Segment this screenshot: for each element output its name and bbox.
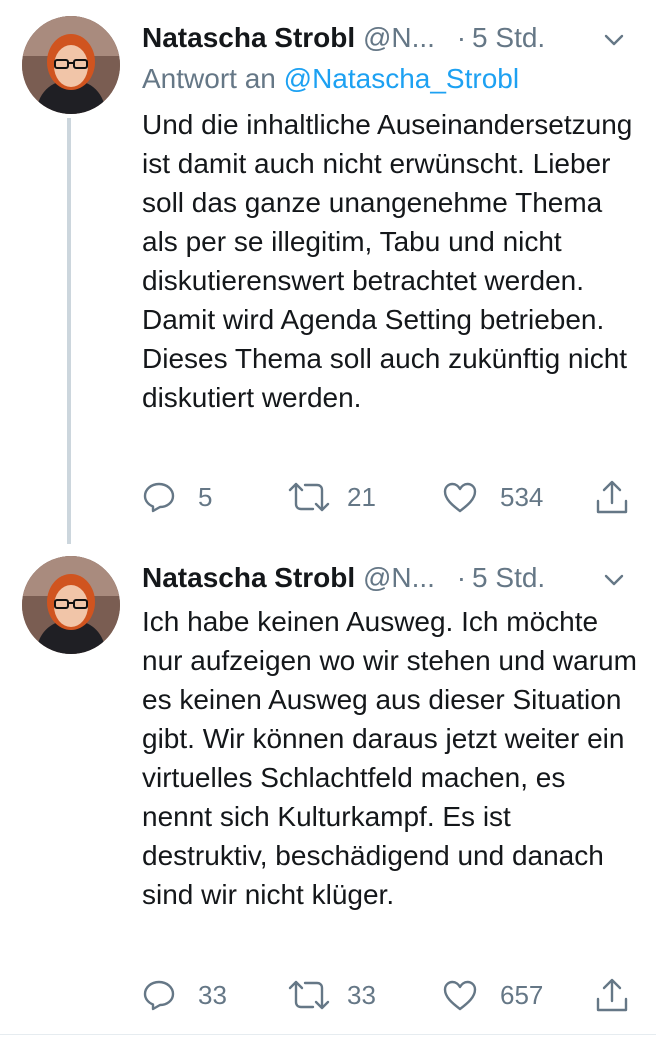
separator: · — [456, 22, 467, 53]
author-handle[interactable]: @N... — [363, 22, 435, 53]
tweet-1[interactable]: Natascha Strobl @N... · 5 Std. Antwort an… — [0, 0, 656, 544]
reply-icon — [143, 482, 175, 513]
retweet-count: 21 — [347, 481, 376, 512]
separator: · — [456, 562, 467, 593]
tweet-actions: 33 33 657 — [142, 975, 642, 1015]
retweet-button[interactable]: 21 — [287, 477, 376, 517]
chevron-down-icon[interactable] — [602, 28, 626, 52]
share-button[interactable] — [594, 975, 630, 1015]
tweet-header: Natascha Strobl @N... · 5 Std. — [142, 558, 656, 598]
reply-prefix: Antwort an — [142, 63, 276, 94]
retweet-count: 33 — [347, 979, 376, 1010]
avatar[interactable] — [22, 556, 120, 654]
retweet-button[interactable]: 33 — [287, 975, 376, 1015]
like-count: 534 — [500, 481, 544, 512]
like-count: 657 — [500, 979, 544, 1010]
like-button[interactable]: 534 — [442, 477, 543, 517]
tweet-header: Natascha Strobl @N... · 5 Std. — [142, 18, 656, 58]
reply-button[interactable]: 5 — [142, 477, 212, 517]
chevron-down-icon[interactable] — [602, 568, 626, 592]
like-button[interactable]: 657 — [442, 975, 543, 1015]
share-icon — [596, 480, 628, 514]
reply-count: 33 — [198, 979, 227, 1010]
reply-button[interactable]: 33 — [142, 975, 227, 1015]
retweet-icon — [288, 482, 330, 512]
reply-count: 5 — [198, 481, 213, 512]
retweet-icon — [288, 980, 330, 1010]
tweet-divider — [0, 1034, 656, 1035]
author-name[interactable]: Natascha Strobl — [142, 22, 355, 53]
share-icon — [596, 978, 628, 1012]
tweet-text: Ich habe keinen Ausweg. Ich möchte nur a… — [142, 606, 637, 910]
author-name[interactable]: Natascha Strobl — [142, 562, 355, 593]
timestamp[interactable]: 5 Std. — [472, 562, 545, 593]
reply-icon — [143, 980, 175, 1011]
heart-icon — [443, 980, 477, 1011]
share-button[interactable] — [594, 477, 630, 517]
reply-context: Antwort an @Natascha_Strobl — [142, 59, 519, 99]
timestamp[interactable]: 5 Std. — [472, 22, 545, 53]
avatar-photo — [22, 556, 120, 654]
tweet-text: Und die inhaltliche Auseinandersetzung i… — [142, 109, 633, 413]
heart-icon — [443, 482, 477, 513]
tweet-actions: 5 21 534 — [142, 477, 642, 517]
avatar-photo — [22, 16, 120, 114]
avatar[interactable] — [22, 16, 120, 114]
author-handle[interactable]: @N... — [363, 562, 435, 593]
tweet-2[interactable]: Natascha Strobl @N... · 5 Std. Ich habe k… — [0, 540, 656, 1038]
reply-mention-link[interactable]: @Natascha_Strobl — [284, 63, 519, 94]
thread-line — [67, 118, 71, 544]
